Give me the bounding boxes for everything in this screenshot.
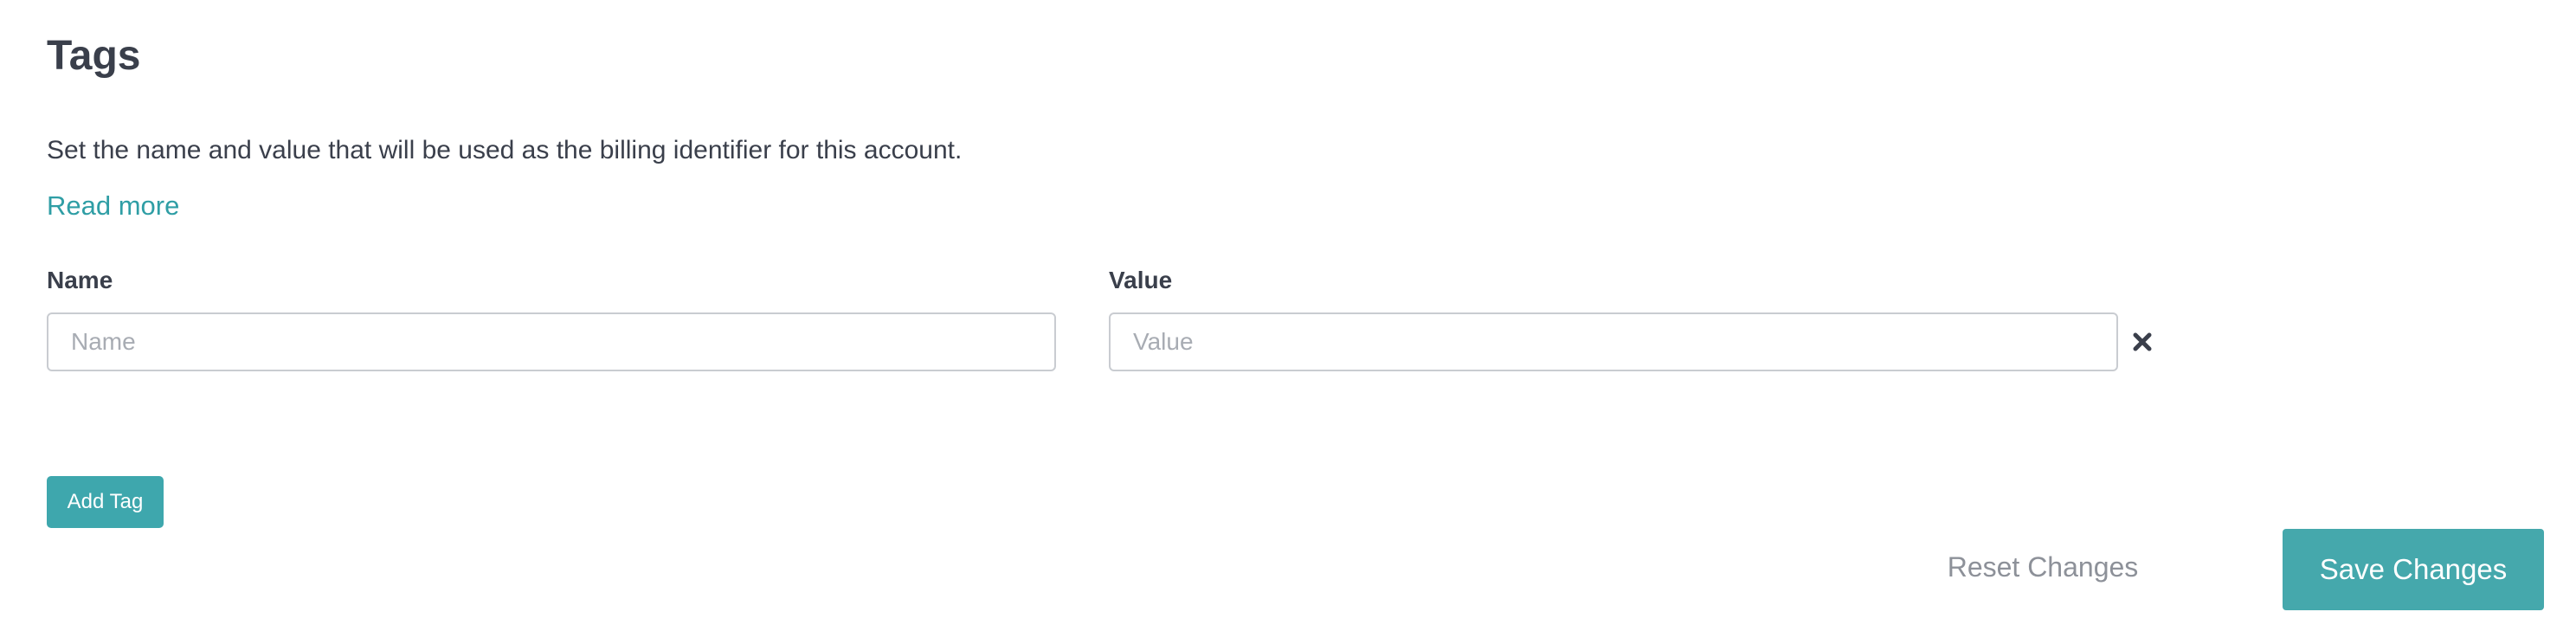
tags-settings-panel: Tags Set the name and value that will be…: [0, 0, 2576, 644]
section-description: Set the name and value that will be used…: [47, 136, 963, 164]
save-changes-button[interactable]: Save Changes: [2283, 529, 2544, 610]
add-tag-button[interactable]: Add Tag: [47, 476, 164, 528]
reset-changes-button[interactable]: Reset Changes: [1939, 545, 2147, 589]
close-icon: [2133, 332, 2152, 351]
remove-tag-button[interactable]: [2128, 327, 2157, 357]
tag-value-input[interactable]: [1109, 312, 2118, 371]
page-title: Tags: [47, 33, 141, 79]
tag-name-input[interactable]: [47, 312, 1056, 371]
name-label: Name: [47, 267, 113, 293]
value-label: Value: [1109, 267, 1173, 293]
read-more-link[interactable]: Read more: [47, 189, 179, 223]
